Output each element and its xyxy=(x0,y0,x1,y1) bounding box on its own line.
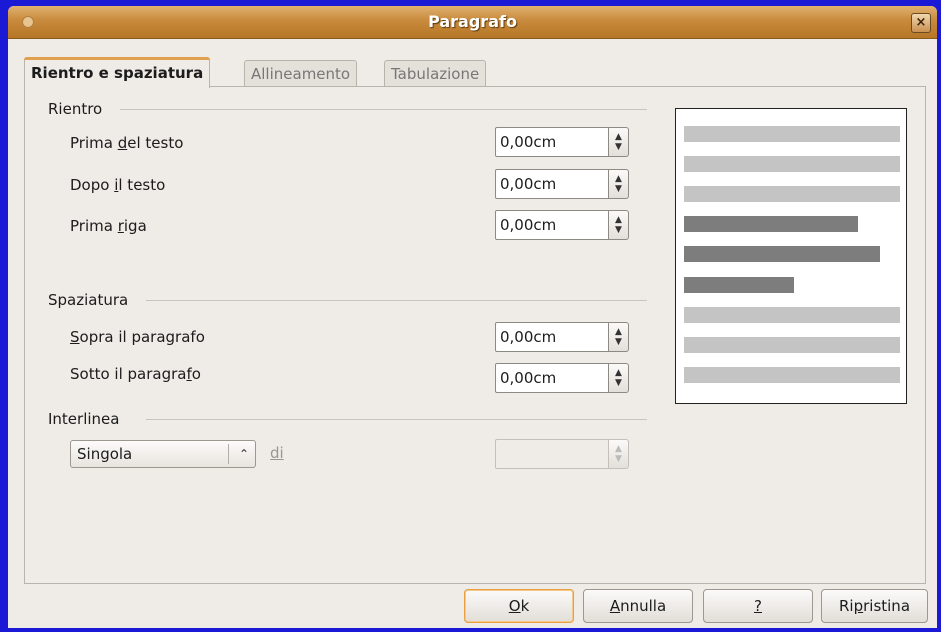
rientro-separator xyxy=(120,109,647,110)
interlinea-di-input xyxy=(495,439,609,469)
ripristina-button[interactable]: Ripristina xyxy=(821,589,928,623)
help-button[interactable]: ? xyxy=(703,589,813,623)
interlinea-separator xyxy=(146,419,647,420)
sotto-il-paragrafo-label: Sotto il paragrafo xyxy=(70,365,201,383)
annulla-button[interactable]: Annulla xyxy=(583,589,693,623)
combo-separator xyxy=(228,444,229,464)
prima-riga-label: Prima riga xyxy=(70,217,147,235)
ok-button[interactable]: Ok xyxy=(464,589,574,623)
interlinea-select-value: Singola xyxy=(77,445,133,463)
di-label: di xyxy=(270,444,284,462)
spin-arrows-icon[interactable]: ▲ ▼ xyxy=(609,322,629,352)
prima-del-testo-spin: 0,00cm ▲ ▼ xyxy=(495,127,629,157)
spin-arrows-icon: ▲ ▼ xyxy=(609,439,629,469)
preview-line xyxy=(684,337,900,353)
sopra-il-paragrafo-input[interactable]: 0,00cm xyxy=(495,322,609,352)
preview-line xyxy=(684,126,900,142)
spaziatura-heading: Spaziatura xyxy=(48,291,129,309)
combo-arrows-icon: ⌃ xyxy=(238,447,249,461)
sopra-il-paragrafo-spin: 0,00cm ▲ ▼ xyxy=(495,322,629,352)
preview-line xyxy=(684,156,900,172)
preview-line-current xyxy=(684,216,858,232)
spin-arrows-icon[interactable]: ▲ ▼ xyxy=(609,169,629,199)
paragraph-preview xyxy=(675,108,907,404)
tab-tabulazione[interactable]: Tabulazione xyxy=(384,60,487,86)
dopo-il-testo-spin: 0,00cm ▲ ▼ xyxy=(495,169,629,199)
interlinea-di-spin: ▲ ▼ xyxy=(495,439,629,469)
dopo-il-testo-input[interactable]: 0,00cm xyxy=(495,169,609,199)
preview-line-current xyxy=(684,277,794,293)
preview-line xyxy=(684,186,900,202)
sotto-il-paragrafo-spin: 0,00cm ▲ ▼ xyxy=(495,363,629,393)
dopo-il-testo-label: Dopo il testo xyxy=(70,176,166,194)
prima-riga-input[interactable]: 0,00cm xyxy=(495,210,609,240)
interlinea-heading: Interlinea xyxy=(48,410,120,428)
sopra-il-paragrafo-label: Sopra il paragrafo xyxy=(70,328,205,346)
tab-allineamento[interactable]: Allineamento xyxy=(244,60,358,86)
tab-rientro-e-spaziatura[interactable]: Rientro e spaziatura xyxy=(24,57,211,88)
spin-arrows-icon[interactable]: ▲ ▼ xyxy=(609,363,629,393)
sotto-il-paragrafo-input[interactable]: 0,00cm xyxy=(495,363,609,393)
spaziatura-separator xyxy=(146,300,647,301)
prima-riga-spin: 0,00cm ▲ ▼ xyxy=(495,210,629,240)
interlinea-select[interactable]: Singola ⌃ xyxy=(70,440,256,468)
close-icon[interactable]: × xyxy=(911,13,931,33)
title-bar[interactable]: Paragrafo × xyxy=(8,6,937,39)
window-title: Paragrafo xyxy=(428,12,517,31)
spin-arrows-icon[interactable]: ▲ ▼ xyxy=(609,127,629,157)
prima-del-testo-label: Prima del testo xyxy=(70,134,184,152)
spin-arrows-icon[interactable]: ▲ ▼ xyxy=(609,210,629,240)
preview-line-current xyxy=(684,246,880,262)
prima-del-testo-input[interactable]: 0,00cm xyxy=(495,127,609,157)
preview-line xyxy=(684,367,900,383)
preview-line xyxy=(684,307,900,323)
rientro-heading: Rientro xyxy=(48,100,103,118)
paragraph-dialog: Paragrafo × Rientro e spaziatura Allinea… xyxy=(8,6,937,628)
